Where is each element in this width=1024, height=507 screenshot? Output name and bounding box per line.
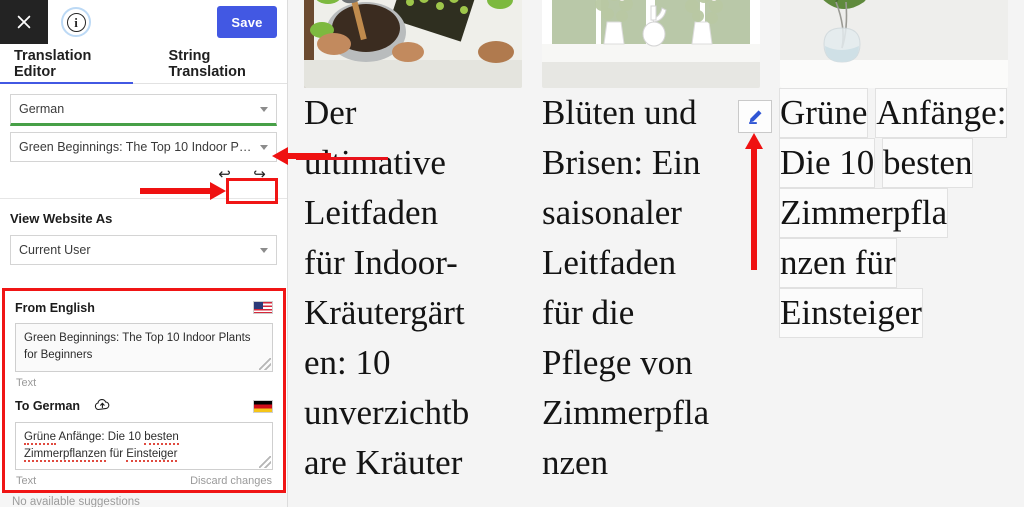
cloud-upload-glyph [94, 398, 111, 411]
chevron-down-icon [260, 145, 268, 150]
heading-line: Zimmerpfla [542, 388, 762, 438]
chevron-down-icon [260, 248, 268, 253]
string-select[interactable]: Green Beginnings: The Top 10 Indoor Plan… [10, 132, 277, 162]
target-text-seg-3: besten [144, 431, 179, 445]
edit-pencil-button[interactable] [738, 100, 772, 133]
photo-potting-plants [304, 0, 522, 88]
source-textarea-value: Green Beginnings: The Top 10 Indoor Plan… [24, 332, 251, 361]
tab-string-translation[interactable]: String Translation [155, 44, 288, 84]
heading-line: Anfänge: [876, 89, 1006, 137]
target-text-seg-7: Einsteiger [126, 448, 177, 462]
heading-column-3: Grüne Anfänge: Die 10 besten Zimmerpfla … [780, 88, 1008, 338]
target-text-seg-6: für [106, 448, 126, 460]
heading-line: für die [542, 288, 762, 338]
heading-line: besten [883, 139, 972, 187]
string-select-value: Green Beginnings: The Top 10 Indoor Plan… [19, 140, 254, 154]
view-website-as-label: View Website As [10, 211, 277, 226]
heading-line: ultimative [304, 138, 524, 188]
source-heading-row: From English [15, 299, 273, 316]
us-flag-icon [253, 301, 273, 314]
photo-leaf-in-vase [780, 0, 1008, 88]
heading-line: Der [304, 88, 524, 138]
target-heading-row: To German [15, 398, 273, 415]
info-icon: i [67, 13, 86, 32]
tab-translation-editor[interactable]: Translation Editor [0, 44, 133, 84]
translation-fields-group: From English Green Beginnings: The Top 1… [2, 288, 286, 493]
target-field-type-label: Text [16, 475, 36, 487]
annotation-arrow-shaft-string-select [287, 153, 331, 159]
view-website-as-section: View Website As Current User [0, 199, 287, 265]
annotation-arrow-shaft-undo-redo [140, 188, 212, 194]
source-sub-row: Text [15, 372, 273, 398]
heading-line: en: 10 [304, 338, 524, 388]
save-button[interactable]: Save [217, 6, 277, 38]
heading-line: Blüten und [542, 88, 762, 138]
target-text-seg-2: Anfänge: Die 10 [56, 431, 144, 443]
target-heading: To German [15, 399, 80, 413]
panel-tabs: Translation Editor String Translation [0, 44, 287, 84]
edit-pencil-icon [746, 108, 764, 126]
info-button[interactable]: i [54, 0, 98, 44]
source-textarea[interactable]: Green Beginnings: The Top 10 Indoor Plan… [15, 323, 273, 372]
view-website-as-select[interactable]: Current User [10, 235, 277, 265]
close-button[interactable] [0, 0, 48, 44]
heading-line: saisonaler [542, 188, 762, 238]
target-sub-row: Text Discard changes [15, 470, 273, 496]
photo-row [288, 0, 1024, 88]
no-suggestions-text: No available suggestions [12, 496, 140, 507]
de-flag-icon [253, 400, 273, 413]
photo-potting-plants-svg [304, 0, 522, 88]
heading-line: Grüne [780, 89, 867, 137]
annotation-arrow-head-undo-redo [210, 182, 226, 200]
screenshot-root: Der ultimative Leitfaden für Indoor- Krä… [0, 0, 1024, 507]
heading-column-2: Blüten und Brisen: Ein saisonaler Leitfa… [542, 88, 762, 488]
annotation-arrow-head-edit-button [745, 133, 763, 149]
heading-line: Einsteiger [780, 289, 922, 337]
annotation-box-undo-redo [226, 178, 278, 204]
heading-line: Leitfaden [304, 188, 524, 238]
heading-line: Brisen: Ein [542, 138, 762, 188]
target-text-seg-5: Zimmerpflanzen [24, 448, 106, 462]
cloud-upload-icon[interactable] [94, 398, 111, 414]
panel-toolbar: i Save [0, 0, 287, 44]
resize-grip-icon[interactable] [259, 358, 271, 370]
language-select[interactable]: German [10, 94, 277, 126]
heading-line: unverzichtb [304, 388, 524, 438]
heading-line: Kräutergärt [304, 288, 524, 338]
heading-line: nzen für [780, 239, 896, 287]
close-icon [16, 14, 32, 30]
source-field-type-label: Text [16, 377, 36, 389]
chevron-down-icon [260, 107, 268, 112]
photo-window-vases-svg [542, 0, 760, 88]
annotation-arrow-head-string-select [272, 147, 288, 165]
info-focus-ring: i [61, 7, 91, 37]
source-heading: From English [15, 301, 95, 315]
annotation-arrow-shaft-edit-button [751, 148, 757, 270]
heading-column-1: Der ultimative Leitfaden für Indoor- Krä… [304, 88, 524, 488]
photo-window-vases [542, 0, 760, 88]
heading-line: für Indoor- [304, 238, 524, 288]
target-textarea[interactable]: Grüne Anfänge: Die 10 besten Zimmerpflan… [15, 422, 273, 471]
translation-panel: i Save Translation Editor String Transla… [0, 0, 288, 507]
page-content: Der ultimative Leitfaden für Indoor- Krä… [288, 0, 1024, 507]
heading-line: are Kräuter [304, 438, 524, 488]
text-columns: Der ultimative Leitfaden für Indoor- Krä… [288, 88, 1024, 507]
heading-line: nzen [542, 438, 762, 488]
heading-line: Pflege von [542, 338, 762, 388]
heading-line: Leitfaden [542, 238, 762, 288]
discard-changes-button[interactable]: Discard changes [190, 475, 272, 487]
heading-line: Die 10 [780, 139, 874, 187]
target-text-seg-1: Grüne [24, 431, 56, 445]
view-website-as-value: Current User [19, 243, 254, 257]
resize-grip-icon[interactable] [259, 456, 271, 468]
heading-line: Zimmerpfla [780, 189, 947, 237]
language-select-value: German [19, 102, 254, 116]
photo-leaf-in-vase-svg [780, 0, 1008, 88]
